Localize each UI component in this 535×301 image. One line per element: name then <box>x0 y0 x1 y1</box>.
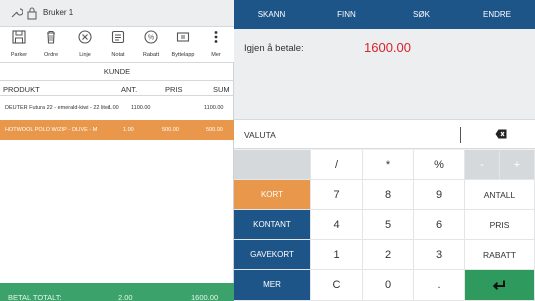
line-qty: 1.00 <box>108 105 119 111</box>
price-button[interactable]: PRIS <box>465 210 535 240</box>
pos-app: Bruker 1 Parker Ordre Linje Notat % Raba… <box>0 0 535 301</box>
enter-icon <box>493 280 505 290</box>
tab-find[interactable]: FINN <box>309 0 384 29</box>
more-vertical-icon <box>214 31 218 43</box>
tab-search[interactable]: SØK <box>384 0 459 29</box>
tab-edit[interactable]: ENDRE <box>459 0 535 29</box>
note-icon <box>111 30 125 44</box>
customer-field[interactable]: KUNDE <box>0 63 234 81</box>
tab-scan[interactable]: SKANN <box>234 0 309 29</box>
park-button[interactable]: Parker <box>6 27 32 63</box>
currency-button[interactable]: VALUTA <box>244 130 276 140</box>
order-line-selected[interactable]: HOTWOOL POLO W/ZIP - OLIVE - M 1.00 500.… <box>0 120 234 140</box>
svg-text:%: % <box>148 35 154 42</box>
key-8[interactable]: 8 <box>363 180 414 210</box>
trash-icon <box>47 30 55 44</box>
wrench-icon[interactable] <box>9 6 23 20</box>
note-button[interactable]: Notat <box>105 27 131 63</box>
key-percent[interactable]: % <box>414 150 465 180</box>
discount-button[interactable]: % Rabatt <box>138 27 164 63</box>
key-clear[interactable]: C <box>311 270 363 301</box>
more-payment-button[interactable]: MER <box>234 270 311 301</box>
order-pane: Bruker 1 Parker Ordre Linje Notat % Raba… <box>0 0 234 301</box>
line-qty: 1.00 <box>123 127 134 133</box>
more-label: Mer <box>211 52 221 58</box>
total-label: BETAL TOTALT: <box>8 293 62 301</box>
key-2[interactable]: 2 <box>363 240 414 270</box>
key-divide[interactable]: / <box>311 150 363 180</box>
close-circle-icon <box>78 30 92 44</box>
line-sum: 500.00 <box>206 127 223 133</box>
line-sum: 1100.00 <box>204 105 224 111</box>
amount-input-row: VALUTA <box>234 119 535 149</box>
line-product: HOTWOOL POLO W/ZIP - OLIVE - M <box>5 127 98 133</box>
save-icon <box>12 30 26 44</box>
header-price: PRIS <box>165 85 183 94</box>
key-1[interactable]: 1 <box>311 240 363 270</box>
payment-pane: SKANN FINN SØK ENDRE Igjen å betale: 160… <box>234 0 535 301</box>
header-qty: ANT. <box>121 85 138 94</box>
gift-card-button[interactable]: GAVEKORT <box>234 240 311 270</box>
line-price: 1100.00 <box>131 105 151 111</box>
key-7[interactable]: 7 <box>311 180 363 210</box>
cash-payment-button[interactable]: KONTANT <box>234 210 311 240</box>
order-button[interactable]: Ordre <box>38 27 64 63</box>
receipt-icon <box>176 32 190 42</box>
total-bar: BETAL TOTALT: 2.00 1600.00 <box>0 283 234 301</box>
card-payment-button[interactable]: KORT <box>234 180 311 210</box>
key-9[interactable]: 9 <box>414 180 465 210</box>
key-decimal[interactable]: . <box>414 270 465 301</box>
order-label: Ordre <box>43 52 59 58</box>
key-0[interactable]: 0 <box>363 270 414 301</box>
key-3[interactable]: 3 <box>414 240 465 270</box>
order-table-header: PRODUKT ANT. PRIS SUM <box>0 81 234 96</box>
amount-due-label: Igjen å betale: <box>244 43 304 54</box>
amount-due-panel: Igjen å betale: 1600.00 <box>234 29 535 119</box>
input-cursor[interactable] <box>460 127 461 143</box>
key-minus[interactable]: - <box>465 150 500 180</box>
percent-icon: % <box>144 30 158 44</box>
key-plus[interactable]: + <box>500 150 535 180</box>
backspace-button[interactable] <box>466 120 535 149</box>
enter-button[interactable] <box>465 270 535 301</box>
exchange-slip-button[interactable]: Byttelapp <box>170 27 196 63</box>
line-price: 500.00 <box>162 127 179 133</box>
discount-key-button[interactable]: RABATT <box>465 240 535 270</box>
order-toolbar: Parker Ordre Linje Notat % Rabatt Byttel… <box>0 27 234 63</box>
remove-line-button[interactable]: Linje <box>72 27 98 63</box>
backspace-icon <box>495 129 507 139</box>
key-blank <box>234 150 311 180</box>
lock-icon[interactable] <box>25 6 39 20</box>
user-bar: Bruker 1 <box>0 0 234 27</box>
mode-tabs: SKANN FINN SØK ENDRE <box>234 0 535 29</box>
key-6[interactable]: 6 <box>414 210 465 240</box>
header-sum: SUM <box>213 85 230 94</box>
key-4[interactable]: 4 <box>311 210 363 240</box>
amount-due-value: 1600.00 <box>364 40 411 55</box>
key-5[interactable]: 5 <box>363 210 414 240</box>
quantity-button[interactable]: ANTALL <box>465 180 535 210</box>
order-line[interactable]: DEUTER Futura 22 - emerald-kiwi - 22 lit… <box>0 96 234 120</box>
header-product: PRODUKT <box>3 85 40 94</box>
line-product: DEUTER Futura 22 - emerald-kiwi - 22 lit… <box>5 105 110 111</box>
key-multiply[interactable]: * <box>363 150 414 180</box>
total-amount: 1600.00 <box>191 293 219 301</box>
total-qty: 2.00 <box>118 293 133 301</box>
user-name[interactable]: Bruker 1 <box>43 8 73 17</box>
more-button[interactable]: Mer <box>203 27 229 63</box>
